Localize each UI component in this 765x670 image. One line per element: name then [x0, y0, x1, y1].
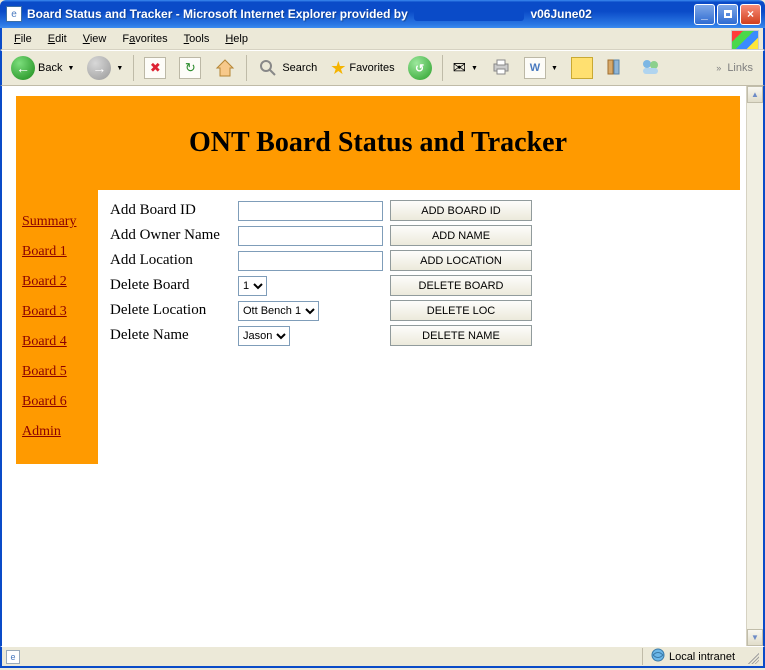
page-heading: ONT Board Status and Tracker: [189, 127, 567, 159]
add-location-button[interactable]: ADD LOCATION: [390, 250, 532, 271]
research-button[interactable]: [601, 54, 631, 82]
sidebar-link-board1[interactable]: Board 1: [22, 244, 92, 260]
delete-location-button[interactable]: DELETE LOC: [390, 300, 532, 321]
favorites-label: Favorites: [349, 62, 394, 74]
zone-label: Local intranet: [669, 651, 735, 663]
zone-icon: [651, 648, 665, 665]
scroll-track[interactable]: [747, 103, 763, 629]
search-icon: [257, 57, 279, 79]
refresh-icon: ↻: [179, 57, 201, 79]
sidebar-link-summary[interactable]: Summary: [22, 214, 92, 230]
window-close-button[interactable]: ×: [740, 4, 761, 25]
menu-view[interactable]: View: [75, 31, 115, 47]
stop-icon: ✖: [144, 57, 166, 79]
scroll-down-button[interactable]: ▼: [747, 629, 763, 646]
add-location-input[interactable]: [238, 251, 383, 271]
admin-form: Add Board ID ADD BOARD ID Add Owner Name…: [98, 190, 740, 464]
sidebar-link-board4[interactable]: Board 4: [22, 334, 92, 350]
search-label: Search: [282, 62, 317, 74]
delete-board-select[interactable]: 1: [238, 276, 267, 296]
toolbar-separator: [133, 55, 134, 81]
throbber-icon: [731, 30, 759, 50]
delete-name-label: Delete Name: [110, 327, 238, 344]
refresh-button[interactable]: ↻: [174, 54, 206, 82]
links-label[interactable]: Links: [727, 62, 753, 74]
menu-favorites[interactable]: Favorites: [114, 31, 175, 47]
back-icon: ←: [11, 56, 35, 80]
sidebar-link-admin[interactable]: Admin: [22, 424, 92, 440]
research-icon: [606, 57, 626, 80]
ie-page-icon: e: [6, 650, 20, 664]
discuss-button[interactable]: [566, 54, 598, 82]
delete-board-button[interactable]: DELETE BOARD: [390, 275, 532, 296]
search-button[interactable]: Search: [252, 54, 322, 82]
home-button[interactable]: [209, 54, 241, 82]
history-button[interactable]: ↺: [403, 54, 437, 82]
mail-button[interactable]: ✉ ▼: [448, 54, 483, 82]
add-owner-name-input[interactable]: [238, 226, 383, 246]
sidebar-link-board2[interactable]: Board 2: [22, 274, 92, 290]
toolbar: ← Back ▼ → ▼ ✖ ↻ Search ★ Favorites ↺ ✉ …: [0, 50, 765, 86]
favorites-button[interactable]: ★ Favorites: [325, 54, 399, 82]
delete-name-button[interactable]: DELETE NAME: [390, 325, 532, 346]
window-maximize-button[interactable]: [717, 4, 738, 25]
scroll-up-button[interactable]: ▲: [747, 86, 763, 103]
chevron-down-icon: ▼: [114, 65, 123, 72]
toolbar-separator: [246, 55, 247, 81]
chevron-down-icon: ▼: [65, 65, 74, 72]
word-icon: W: [524, 57, 546, 79]
mail-icon: ✉: [453, 58, 466, 78]
window-minimize-button[interactable]: _: [694, 4, 715, 25]
add-owner-name-button[interactable]: ADD NAME: [390, 225, 532, 246]
add-board-id-input[interactable]: [238, 201, 383, 221]
resize-grip-icon[interactable]: [745, 650, 759, 664]
menu-tools[interactable]: Tools: [176, 31, 218, 47]
delete-location-label: Delete Location: [110, 302, 238, 319]
window-titlebar: e Board Status and Tracker - Microsoft I…: [0, 0, 765, 28]
sidebar-link-board6[interactable]: Board 6: [22, 394, 92, 410]
window-title-prefix: Board Status and Tracker - Microsoft Int…: [27, 7, 408, 21]
vertical-scrollbar[interactable]: ▲ ▼: [746, 86, 763, 646]
add-owner-name-label: Add Owner Name: [110, 227, 238, 244]
ie-app-icon: e: [6, 6, 22, 22]
add-location-label: Add Location: [110, 252, 238, 269]
stop-button[interactable]: ✖: [139, 54, 171, 82]
menu-bar: File Edit View Favorites Tools Help: [0, 28, 765, 50]
delete-name-select[interactable]: Jason: [238, 326, 290, 346]
edit-button[interactable]: W ▼: [519, 54, 563, 82]
window-title: Board Status and Tracker - Microsoft Int…: [27, 7, 592, 22]
home-icon: [214, 57, 236, 79]
history-icon: ↺: [408, 56, 432, 80]
sidebar-link-board3[interactable]: Board 3: [22, 304, 92, 320]
favorites-star-icon: ★: [330, 58, 346, 79]
menu-help[interactable]: Help: [217, 31, 256, 47]
chevron-down-icon: ▼: [549, 65, 558, 72]
back-button[interactable]: ← Back ▼: [6, 54, 79, 82]
status-bar: e Local intranet: [0, 646, 765, 668]
add-board-id-label: Add Board ID: [110, 202, 238, 219]
print-button[interactable]: [486, 54, 516, 82]
delete-location-select[interactable]: Ott Bench 1: [238, 301, 319, 321]
delete-board-label: Delete Board: [110, 277, 238, 294]
forward-button[interactable]: → ▼: [82, 54, 128, 82]
sidebar-nav: Summary Board 1 Board 2 Board 3 Board 4 …: [16, 190, 98, 464]
back-label: Back: [38, 62, 62, 74]
forward-icon: →: [87, 56, 111, 80]
print-icon: [491, 58, 511, 79]
window-title-redacted: [414, 7, 524, 21]
messenger-icon: [639, 57, 661, 80]
page-banner: ONT Board Status and Tracker: [16, 96, 740, 190]
window-title-suffix: v06June02: [530, 7, 591, 21]
messenger-button[interactable]: [634, 54, 666, 82]
toolbar-separator: [442, 55, 443, 81]
browser-viewport: ONT Board Status and Tracker Summary Boa…: [0, 86, 765, 646]
discuss-icon: [571, 57, 593, 79]
menu-file[interactable]: File: [6, 31, 40, 47]
sidebar-link-board5[interactable]: Board 5: [22, 364, 92, 380]
chevron-down-icon: ▼: [469, 65, 478, 72]
menu-edit[interactable]: Edit: [40, 31, 75, 47]
add-board-id-button[interactable]: ADD BOARD ID: [390, 200, 532, 221]
